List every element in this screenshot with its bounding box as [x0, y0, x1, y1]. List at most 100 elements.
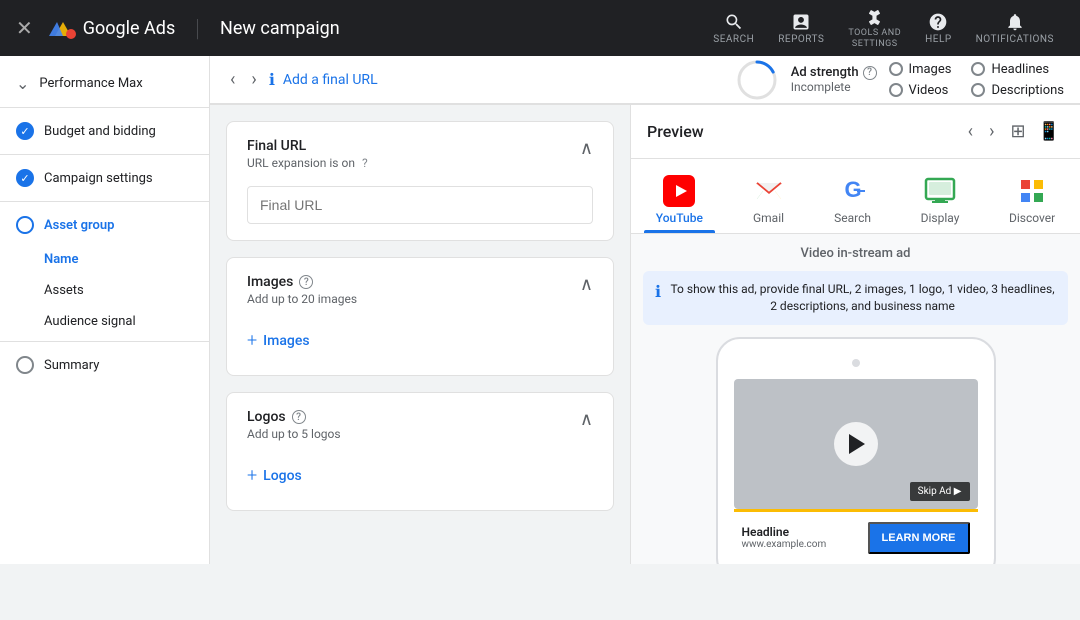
preview-nav: ‹ › ⊞ 📱: [964, 117, 1064, 146]
channel-tab-youtube[interactable]: YouTube: [644, 167, 715, 233]
images-label: Images: [909, 62, 952, 77]
skip-ad-button[interactable]: Skip Ad ▶: [910, 482, 970, 501]
plus-icon-images: +: [247, 330, 257, 351]
play-triangle-icon: [849, 434, 865, 454]
notifications-nav-icon: [1005, 12, 1025, 32]
close-button[interactable]: ✕: [16, 16, 33, 40]
ad-strength-info: Ad strength ? Incomplete: [791, 65, 877, 94]
campaign-settings-check-icon: [16, 169, 34, 187]
descriptions-label: Descriptions: [991, 83, 1064, 98]
ad-strength-help-icon[interactable]: ?: [863, 66, 877, 80]
logos-header: Logos ? Add up to 5 logos ∧: [227, 393, 613, 457]
images-section: Images ? Add up to 20 images ∧ + Images: [226, 257, 614, 376]
phone-camera: [852, 359, 860, 367]
search-nav-label: SEARCH: [713, 34, 754, 45]
help-nav-icon: [928, 12, 948, 32]
budget-bidding-check-icon: [16, 122, 34, 140]
sidebar: ⌄ Performance Max Budget and bidding Cam…: [0, 56, 210, 564]
breadcrumb-add-final-url[interactable]: Add a final URL: [283, 72, 378, 88]
images-radio: [889, 62, 903, 76]
url-help-icon[interactable]: ?: [362, 156, 368, 170]
videos-label: Videos: [909, 83, 949, 98]
sidebar-item-summary[interactable]: Summary: [0, 346, 209, 384]
sidebar-divider-2: [0, 154, 209, 155]
ad-url: www.example.com: [742, 539, 827, 550]
channel-tab-gmail[interactable]: Gmail: [741, 167, 797, 233]
final-url-collapse-button[interactable]: ∧: [580, 138, 593, 159]
images-help-icon[interactable]: ?: [299, 275, 313, 289]
images-collapse-button[interactable]: ∧: [580, 274, 593, 295]
preview-grid-view-button[interactable]: ⊞: [1006, 117, 1029, 146]
breadcrumb-forward-button[interactable]: ›: [247, 65, 260, 94]
search-nav-button[interactable]: SEARCH: [703, 6, 764, 51]
campaign-title: New campaign: [220, 18, 340, 39]
breadcrumb-back-button[interactable]: ‹: [226, 65, 239, 94]
asset-group-check-icon: [16, 216, 34, 234]
final-url-body: [227, 186, 613, 240]
google-ads-logo: Google Ads: [49, 14, 175, 42]
final-url-input[interactable]: [247, 186, 593, 224]
ad-strength-section: Ad strength ? Incomplete Images: [735, 58, 1064, 102]
sidebar-asset-group-label: Asset group: [44, 218, 114, 233]
help-nav-button[interactable]: HELP: [915, 6, 962, 51]
gmail-tab-label: Gmail: [753, 211, 784, 225]
ad-info: Headline www.example.com: [742, 525, 827, 550]
sidebar-subitem-name[interactable]: Name: [44, 244, 209, 275]
preview-prev-button[interactable]: ‹: [964, 117, 977, 146]
ad-strength-circle: [735, 58, 779, 102]
sidebar-divider-3: [0, 201, 209, 202]
info-banner-icon: ℹ: [655, 282, 661, 301]
videos-radio: [889, 83, 903, 97]
ad-headline: Headline: [742, 525, 827, 539]
logos-subtitle: Add up to 5 logos: [247, 427, 341, 441]
tools-nav-label: TOOLS ANDSETTINGS: [848, 28, 901, 50]
final-url-subtitle: URL expansion is on ?: [247, 156, 368, 170]
final-url-header: Final URL URL expansion is on ? ∧: [227, 122, 613, 186]
sidebar-summary-label: Summary: [44, 358, 99, 373]
add-images-button[interactable]: + Images: [247, 322, 593, 359]
images-subtitle: Add up to 20 images: [247, 292, 357, 306]
youtube-icon: [663, 175, 695, 207]
tools-nav-icon: [865, 6, 885, 26]
logos-collapse-button[interactable]: ∧: [580, 409, 593, 430]
ad-strength-svg: [735, 58, 779, 102]
sidebar-item-asset-group[interactable]: Asset group: [0, 206, 209, 244]
ad-preview-content: Video in-stream ad ℹ To show this ad, pr…: [631, 234, 1080, 564]
channel-tab-display[interactable]: Display: [909, 167, 972, 233]
logos-help-icon[interactable]: ?: [292, 410, 306, 424]
channel-tab-discover[interactable]: Discover: [997, 167, 1067, 233]
notifications-nav-button[interactable]: NOTIFICATIONS: [966, 6, 1064, 51]
sidebar-divider-4: [0, 341, 209, 342]
ad-bottom-bar: Headline www.example.com LEARN MORE: [734, 512, 978, 564]
images-body: + Images: [227, 322, 613, 375]
preview-mobile-view-button[interactable]: 📱: [1034, 117, 1064, 146]
sidebar-subitem-assets[interactable]: Assets: [44, 275, 209, 306]
reports-nav-button[interactable]: REPORTS: [768, 6, 834, 51]
discover-tab-label: Discover: [1009, 211, 1055, 225]
play-button[interactable]: [834, 422, 878, 466]
sidebar-performance-max-label: Performance Max: [39, 76, 142, 91]
ad-strength-col-2: Headlines Descriptions: [971, 62, 1064, 98]
sidebar-divider-1: [0, 107, 209, 108]
sidebar-item-budget-bidding[interactable]: Budget and bidding: [0, 112, 209, 150]
preview-title: Preview: [647, 122, 704, 141]
preview-next-button[interactable]: ›: [985, 117, 998, 146]
tools-nav-button[interactable]: TOOLS ANDSETTINGS: [838, 0, 911, 56]
sidebar-subitem-audience-signal[interactable]: Audience signal: [44, 306, 209, 337]
search-tab-label: Search: [834, 211, 871, 225]
ad-strength-descriptions-item: Descriptions: [971, 83, 1064, 98]
gmail-icon: [753, 175, 785, 207]
svg-text:G: G: [844, 177, 861, 202]
images-title: Images ?: [247, 274, 357, 290]
sidebar-item-performance-max[interactable]: ⌄ Performance Max: [0, 64, 209, 103]
sidebar-item-campaign-settings[interactable]: Campaign settings: [0, 159, 209, 197]
ad-strength-title: Ad strength: [791, 65, 859, 80]
channel-tab-search[interactable]: G Search: [822, 167, 883, 233]
add-logos-button[interactable]: + Logos: [247, 457, 593, 494]
learn-more-button[interactable]: LEARN MORE: [868, 522, 970, 554]
display-icon: [924, 175, 956, 207]
preview-panel: Preview ‹ › ⊞ 📱: [630, 105, 1080, 564]
ad-strength-items: Images Videos Headlines: [889, 62, 1064, 98]
headlines-radio: [971, 62, 985, 76]
plus-icon-logos: +: [247, 465, 257, 486]
